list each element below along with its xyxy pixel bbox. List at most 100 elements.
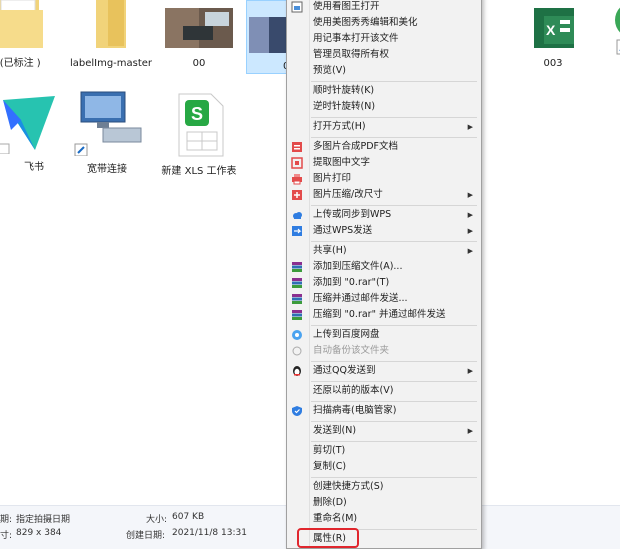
menu-item-compress-email[interactable]: 压缩并通过邮件发送... <box>287 291 481 307</box>
menu-item-open-notepad[interactable]: 用记事本打开该文件 <box>287 31 481 47</box>
menu-item-label: 多图片合成PDF文档 <box>313 141 399 152</box>
dimensions-label: 寸: <box>0 531 13 541</box>
menu-item-merge-pdf[interactable]: 多图片合成PDF文档 <box>287 139 481 155</box>
menu-item-send-via-wps[interactable]: 通过WPS发送 ▶ <box>287 223 481 239</box>
menu-item-label: 添加到压缩文件(A)... <box>313 261 403 272</box>
send-icon <box>292 226 302 236</box>
submenu-arrow-icon: ▶ <box>467 367 473 375</box>
properties-highlight-box <box>297 528 359 548</box>
menu-separator <box>311 325 477 326</box>
file-label: 36 <box>566 68 620 80</box>
menu-item-meitu-edit[interactable]: 使用美图秀秀编辑和美化 <box>287 15 481 31</box>
menu-separator <box>311 441 477 442</box>
submenu-arrow-icon: ▶ <box>467 191 473 199</box>
winrar-icon <box>292 310 302 320</box>
file-label: 00 <box>192 58 206 69</box>
created-value: 2021/11/8 13:31 <box>172 528 247 538</box>
menu-separator <box>311 381 477 382</box>
menu-item-label: 逆时针旋转(N) <box>313 101 376 112</box>
context-menu: 使用看图王打开 使用美图秀秀编辑和美化 用记事本打开该文件 管理员取得所有权 预… <box>286 0 482 549</box>
menu-item-label: 压缩并通过邮件发送... <box>313 293 408 304</box>
baidu-netdisk-icon <box>292 330 302 340</box>
menu-item-rename[interactable]: 重命名(M) <box>287 511 481 527</box>
menu-item-cut[interactable]: 剪切(T) <box>287 443 481 459</box>
menu-item-copy[interactable]: 复制(C) <box>287 459 481 475</box>
menu-item-rotate-counterclockwise[interactable]: 逆时针旋转(N) <box>287 99 481 115</box>
size-label: 大小: <box>146 515 168 525</box>
menu-item-restore-versions[interactable]: 还原以前的版本(V) <box>287 383 481 399</box>
file-item-new-xls[interactable]: S 新建 XLS 工作表 <box>154 92 244 178</box>
menu-item-share[interactable]: 共享(H) ▶ <box>287 243 481 259</box>
menu-item-label: 剪切(T) <box>313 445 346 456</box>
menu-item-label: 上传或同步到WPS <box>313 209 392 220</box>
file-label: 宽带连接 <box>87 164 127 175</box>
menu-item-print-image[interactable]: 图片打印 <box>287 171 481 187</box>
svg-text:S: S <box>191 104 203 124</box>
network-computer-icon <box>74 91 142 157</box>
file-label: 飞书 <box>24 162 44 173</box>
menu-item-send-qq[interactable]: 通过QQ发送到 ▶ <box>287 363 481 379</box>
menu-item-label: 图片压缩/改尺寸 <box>313 189 383 200</box>
menu-item-take-ownership[interactable]: 管理员取得所有权 <box>287 47 481 63</box>
file-item-image-00[interactable]: 00 <box>154 0 244 70</box>
file-item-feishu[interactable]: 飞书 <box>0 90 68 174</box>
menu-item-add-to-archive[interactable]: 添加到压缩文件(A)... <box>287 259 481 275</box>
backup-icon <box>292 346 302 356</box>
winrar-icon <box>292 294 302 304</box>
menu-separator <box>311 241 477 242</box>
menu-item-delete[interactable]: 删除(D) <box>287 495 481 511</box>
menu-item-create-shortcut[interactable]: 创建快捷方式(S) <box>287 479 481 495</box>
file-item-labelimg-master[interactable]: labelImg-master <box>66 0 156 70</box>
menu-item-add-to-rar[interactable]: 添加到 "0.rar"(T) <box>287 275 481 291</box>
menu-item-open-kantuwang[interactable]: 使用看图王打开 <box>287 0 481 15</box>
menu-item-compress-rar-email[interactable]: 压缩到 "0.rar" 并通过邮件发送 <box>287 307 481 323</box>
menu-item-label: 删除(D) <box>313 497 347 508</box>
file-label: 2(已标注 ) <box>0 58 41 69</box>
dimensions-value: 829 x 384 <box>16 528 62 538</box>
file-item-image-0-selected[interactable]: 0 <box>246 0 290 74</box>
file-item-folder-annotated[interactable]: 2(已标注 ) <box>0 0 62 70</box>
printer-icon <box>292 174 302 185</box>
submenu-arrow-icon: ▶ <box>467 427 473 435</box>
file-item-broadband[interactable]: 宽带连接 <box>62 88 152 176</box>
menu-item-label: 打开方式(H) <box>313 121 366 132</box>
ocr-icon <box>291 157 303 169</box>
menu-item-label: 重命名(M) <box>313 513 358 524</box>
menu-item-label: 使用美图秀秀编辑和美化 <box>313 17 418 28</box>
menu-item-auto-backup: 自动备份该文件夹 <box>287 343 481 359</box>
menu-item-label: 添加到 "0.rar"(T) <box>313 277 390 288</box>
menu-item-label: 创建快捷方式(S) <box>313 481 384 492</box>
menu-item-extract-text[interactable]: 提取图中文字 <box>287 155 481 171</box>
menu-item-label: 扫描病毒(电脑管家) <box>313 405 397 416</box>
submenu-arrow-icon: ▶ <box>467 123 473 131</box>
menu-separator <box>311 205 477 206</box>
menu-item-label: 上传到百度网盘 <box>313 329 380 340</box>
size-value: 607 KB <box>172 512 205 522</box>
menu-separator <box>311 117 477 118</box>
menu-item-label: 压缩到 "0.rar" 并通过邮件发送 <box>313 309 446 320</box>
menu-item-label: 预览(V) <box>313 65 346 76</box>
menu-item-label: 自动备份该文件夹 <box>313 345 390 356</box>
winrar-icon <box>292 278 302 288</box>
menu-item-preview[interactable]: 预览(V) <box>287 63 481 79</box>
pdf-icon <box>292 142 302 152</box>
image-viewer-icon <box>291 1 303 13</box>
image-thumbnail <box>249 17 289 53</box>
svg-text:X: X <box>546 22 556 38</box>
menu-item-rotate-clockwise[interactable]: 顺时针旋转(K) <box>287 83 481 99</box>
file-item-shortcut-36[interactable]: 36 <box>566 0 620 80</box>
menu-item-send-to[interactable]: 发送到(N) ▶ <box>287 423 481 439</box>
menu-item-open-with[interactable]: 打开方式(H) ▶ <box>287 119 481 135</box>
menu-item-compress-resize[interactable]: 图片压缩/改尺寸 ▶ <box>287 187 481 203</box>
menu-item-label: 提取图中文字 <box>313 157 371 168</box>
menu-item-label: 用记事本打开该文件 <box>313 33 399 44</box>
menu-item-upload-wps[interactable]: 上传或同步到WPS ▶ <box>287 207 481 223</box>
date-value: 指定拍摄日期 <box>16 515 71 525</box>
compress-image-icon <box>292 190 302 200</box>
menu-item-label: 共享(H) <box>313 245 347 256</box>
menu-item-scan-virus[interactable]: 扫描病毒(电脑管家) <box>287 403 481 419</box>
menu-separator <box>311 477 477 478</box>
menu-item-upload-baidu[interactable]: 上传到百度网盘 <box>287 327 481 343</box>
date-label: 期: <box>0 515 13 525</box>
folder-icon <box>0 0 43 48</box>
